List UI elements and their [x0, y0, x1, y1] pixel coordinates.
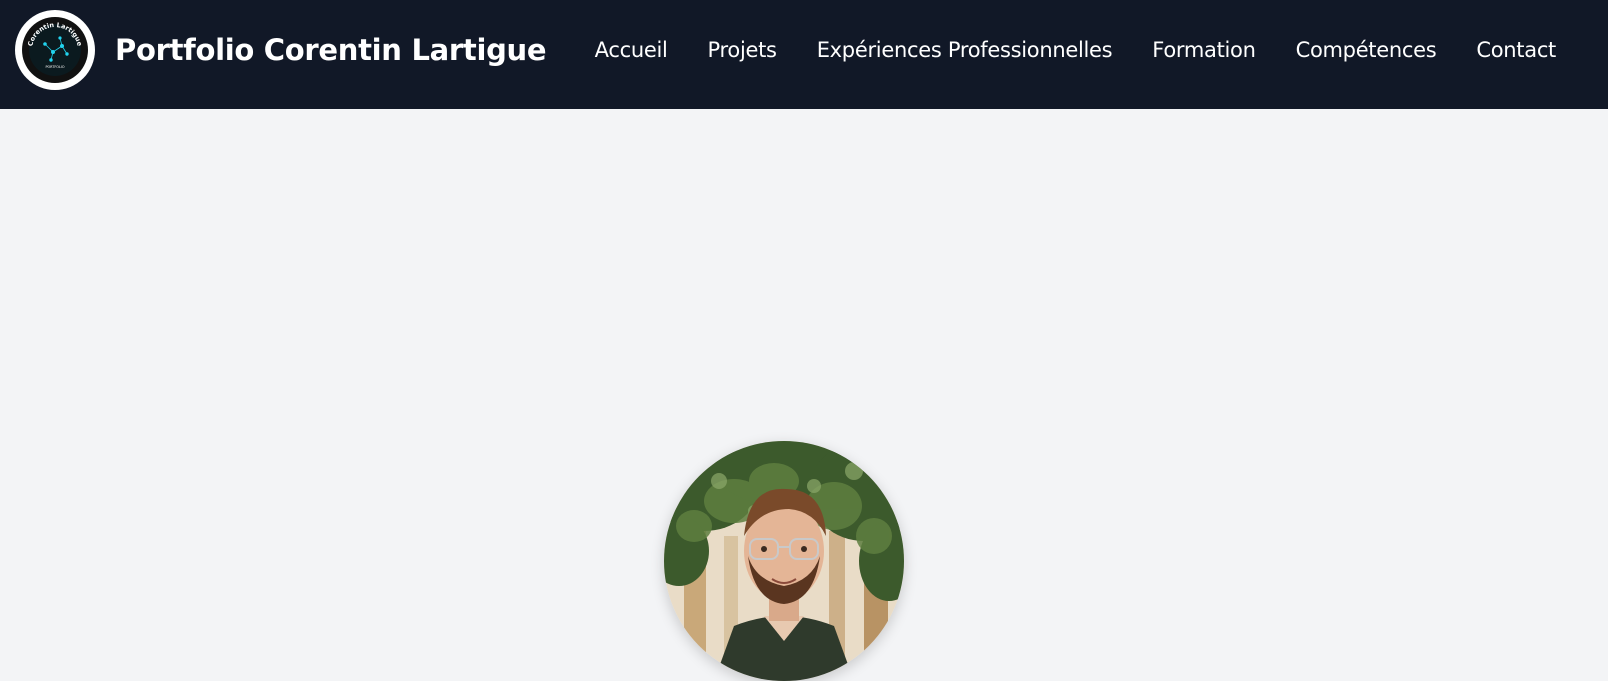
- nav-item-formation[interactable]: Formation: [1152, 34, 1256, 66]
- profile-photo: [664, 441, 904, 681]
- logo-sub-text: PORTFOLIO: [45, 65, 64, 69]
- brand-title[interactable]: Portfolio Corentin Lartigue: [115, 30, 547, 70]
- top-navbar: Corentin Lartigue PORTFOLIO Portfolio Co…: [0, 0, 1608, 109]
- logo-icon[interactable]: Corentin Lartigue PORTFOLIO: [15, 10, 95, 90]
- main-nav: Accueil Projets Expériences Professionne…: [595, 34, 1557, 66]
- nav-item-experiences[interactable]: Expériences Professionnelles: [817, 34, 1113, 66]
- nav-item-contact[interactable]: Contact: [1476, 34, 1556, 66]
- nav-item-projets[interactable]: Projets: [708, 34, 777, 66]
- nav-item-competences[interactable]: Compétences: [1296, 34, 1437, 66]
- nav-item-accueil[interactable]: Accueil: [595, 34, 668, 66]
